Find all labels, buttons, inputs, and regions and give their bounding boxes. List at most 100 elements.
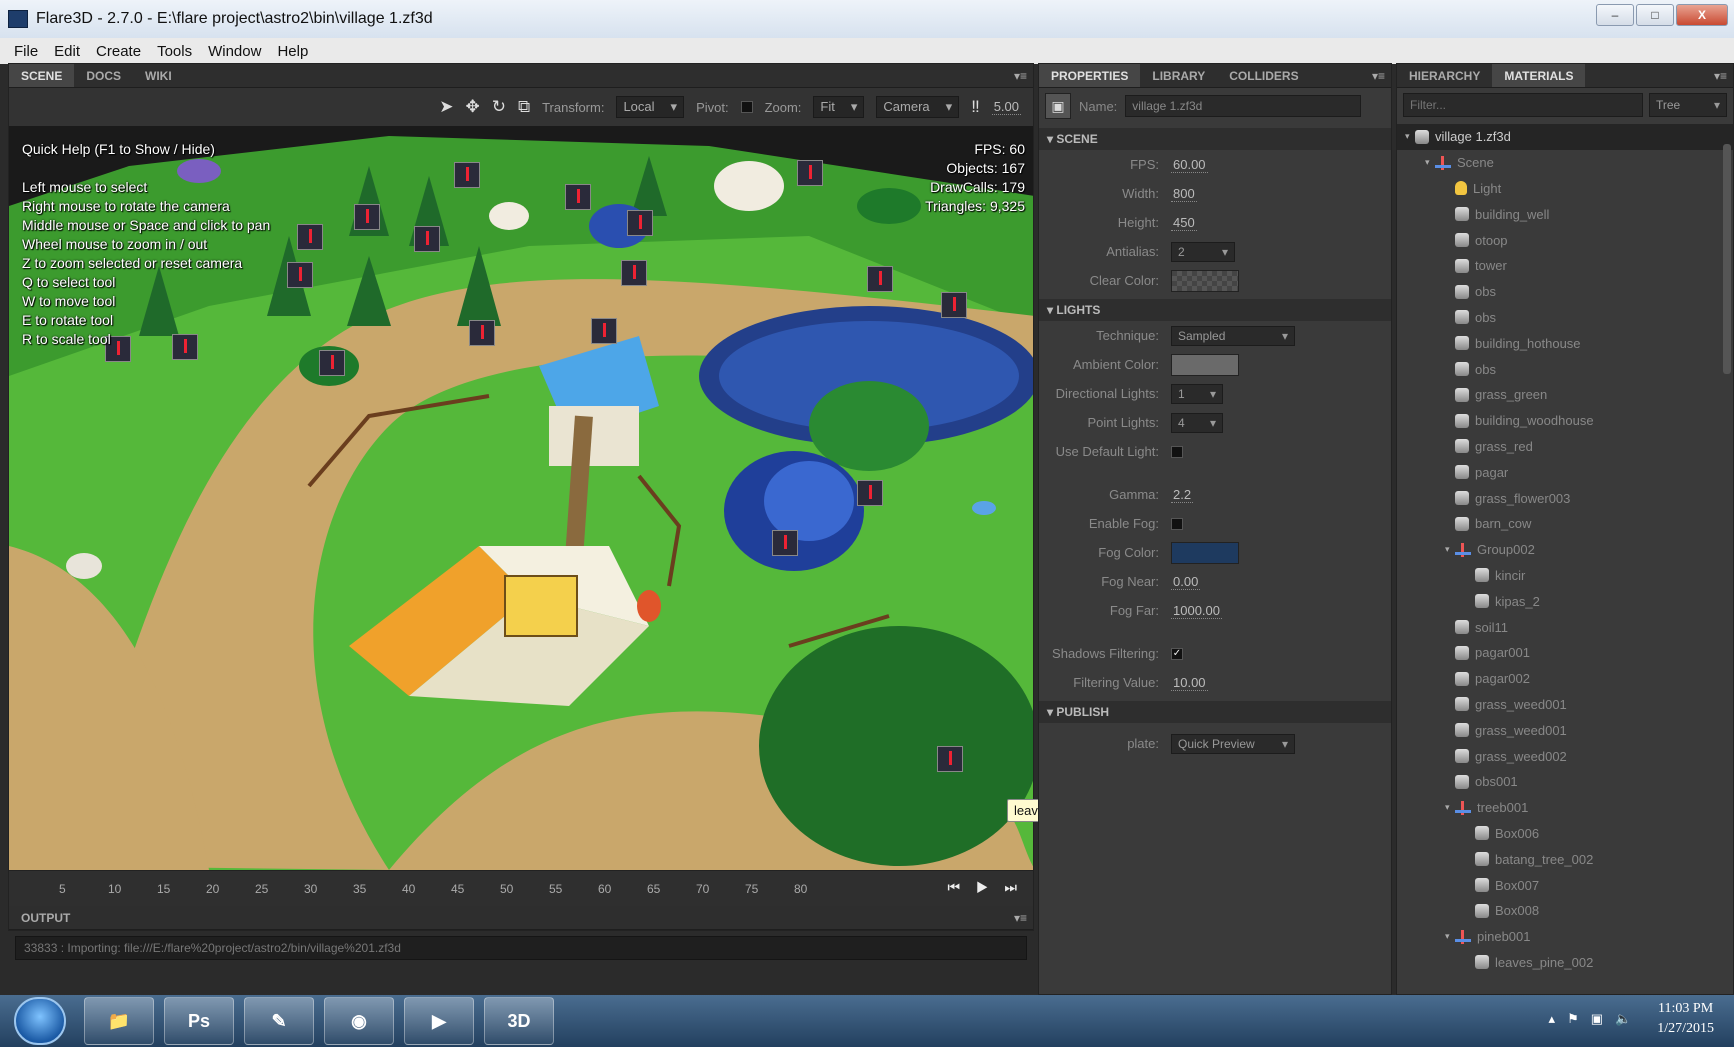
taskbar-app-explorer[interactable]: 📁 [84, 997, 154, 1045]
tree-item[interactable]: pagar002 [1397, 666, 1733, 692]
ambient-color-swatch[interactable] [1171, 353, 1239, 376]
section-lights[interactable]: ▾ LIGHTS [1039, 299, 1391, 321]
clear-color-swatch[interactable] [1171, 269, 1239, 292]
tree-item[interactable]: otoop [1397, 227, 1733, 253]
tree-item[interactable]: grass_weed001 [1397, 692, 1733, 718]
select-arrow-icon[interactable]: ➤ [439, 97, 453, 117]
tree-item[interactable]: grass_flower003 [1397, 485, 1733, 511]
zoom-dropdown[interactable]: Fit ▾ [813, 96, 865, 118]
tree-item[interactable]: ▾ treeb001 [1397, 795, 1733, 821]
tree-item[interactable]: obs [1397, 356, 1733, 382]
menu-help[interactable]: Help [277, 43, 308, 60]
3d-viewport[interactable]: Quick Help (F1 to Show / Hide) Left mous… [9, 126, 1033, 870]
clock[interactable]: 11:03 PM 1/27/2015 [1657, 999, 1714, 1039]
shadow-filter-checkbox[interactable]: ✓ [1171, 647, 1183, 660]
width-field[interactable]: 800 [1171, 186, 1197, 202]
expand-toggle-icon[interactable]: ▾ [1405, 131, 1415, 142]
object-marker[interactable] [297, 224, 323, 250]
enable-fog-checkbox[interactable] [1171, 517, 1183, 530]
template-dropdown[interactable]: Quick Preview ▾ [1171, 733, 1295, 754]
taskbar-app-editor[interactable]: ✎ [244, 997, 314, 1045]
move-icon[interactable]: ✥ [465, 97, 479, 117]
filter-value-field[interactable]: 10.00 [1171, 675, 1208, 691]
tree-item[interactable]: Box008 [1397, 898, 1733, 924]
timeline[interactable]: 5 10 15 20 25 30 35 40 45 50 55 60 65 70 75 80 ⏮ ▶ ⏭ [9, 870, 1033, 906]
menu-window[interactable]: Window [208, 43, 261, 60]
object-marker[interactable] [772, 530, 798, 556]
fog-far-field[interactable]: 1000.00 [1171, 603, 1222, 619]
object-marker[interactable] [867, 266, 893, 292]
tree-item[interactable]: building_woodhouse [1397, 408, 1733, 434]
tree-item[interactable]: pagar [1397, 459, 1733, 485]
tree-item[interactable]: barn_cow [1397, 511, 1733, 537]
panel-menu-icon[interactable]: ▾≡ [1014, 69, 1027, 83]
tab-docs[interactable]: DOCS [74, 64, 133, 87]
speed-value[interactable]: 5.00 [991, 99, 1021, 115]
tab-library[interactable]: LIBRARY [1140, 64, 1217, 87]
tree-item[interactable]: grass_red [1397, 434, 1733, 460]
tree-item[interactable]: leaves_pine_002 [1397, 950, 1733, 976]
object-marker[interactable] [565, 184, 591, 210]
object-marker[interactable] [937, 746, 963, 772]
object-marker[interactable] [287, 262, 313, 288]
tab-hierarchy[interactable]: HIERARCHY [1397, 64, 1492, 87]
tab-colliders[interactable]: COLLIDERS [1217, 64, 1310, 87]
tree-item[interactable]: grass_weed001 [1397, 717, 1733, 743]
tree-item[interactable]: building_hothouse [1397, 330, 1733, 356]
tree-item[interactable]: kincir [1397, 563, 1733, 589]
menu-create[interactable]: Create [96, 43, 141, 60]
tree-item[interactable]: ▾ village 1.zf3d [1397, 124, 1733, 150]
tree-item[interactable]: building_well [1397, 201, 1733, 227]
taskbar-app-chrome[interactable]: ◉ [324, 997, 394, 1045]
filter-input[interactable] [1403, 93, 1643, 117]
gamma-field[interactable]: 2.2 [1171, 487, 1194, 503]
taskbar-app-media-player[interactable]: ▶ [404, 997, 474, 1045]
menu-file[interactable]: File [14, 43, 38, 60]
playback-controls[interactable]: ⏮ ▶ ⏭ [948, 879, 1023, 896]
tree-item[interactable]: kipas_2 [1397, 588, 1733, 614]
footsteps-icon[interactable]: ‼ [971, 97, 980, 117]
object-marker[interactable] [591, 318, 617, 344]
hierarchy-scrollbar[interactable] [1723, 144, 1731, 374]
flag-icon[interactable]: ⚑ [1567, 1011, 1579, 1027]
use-default-checkbox[interactable] [1171, 445, 1183, 458]
directional-dropdown[interactable]: 1 ▾ [1171, 383, 1223, 404]
start-button[interactable] [14, 997, 66, 1045]
volume-icon[interactable]: 🔈 [1615, 1011, 1631, 1027]
scene-picture-icon[interactable]: ▣ [1045, 93, 1071, 119]
taskbar-app-photoshop[interactable]: Ps [164, 997, 234, 1045]
panel-menu-icon[interactable]: ▾≡ [1014, 911, 1027, 925]
expand-toggle-icon[interactable]: ▾ [1445, 931, 1455, 942]
section-scene[interactable]: ▾ SCENE [1039, 128, 1391, 150]
tree-item[interactable]: Box007 [1397, 872, 1733, 898]
menu-edit[interactable]: Edit [54, 43, 80, 60]
object-marker[interactable] [797, 160, 823, 186]
name-field[interactable]: village 1.zf3d [1125, 95, 1362, 117]
tree-item[interactable]: grass_weed002 [1397, 743, 1733, 769]
panel-menu-icon[interactable]: ▾≡ [1372, 69, 1385, 83]
tab-properties[interactable]: PROPERTIES [1039, 64, 1141, 87]
tree-item[interactable]: Box006 [1397, 821, 1733, 847]
taskbar-app-flare3d[interactable]: 3D [484, 997, 554, 1045]
minimize-button[interactable]: – [1596, 4, 1634, 26]
pivot-checkbox[interactable] [740, 101, 753, 113]
maximize-button[interactable]: □ [1636, 4, 1674, 26]
menu-tools[interactable]: Tools [157, 43, 192, 60]
tree-item[interactable]: obs [1397, 305, 1733, 331]
tree-item[interactable]: obs001 [1397, 769, 1733, 795]
height-field[interactable]: 450 [1171, 215, 1197, 231]
tree-item[interactable]: batang_tree_002 [1397, 846, 1733, 872]
object-marker[interactable] [469, 320, 495, 346]
fog-near-field[interactable]: 0.00 [1171, 574, 1201, 590]
tree-item[interactable]: ▾ Group002 [1397, 537, 1733, 563]
expand-toggle-icon[interactable]: ▾ [1445, 544, 1455, 555]
object-marker[interactable] [627, 210, 653, 236]
object-marker[interactable] [354, 204, 380, 230]
transform-dropdown[interactable]: Local ▾ [616, 96, 685, 118]
tree-item[interactable]: pagar001 [1397, 640, 1733, 666]
rotate-icon[interactable]: ↻ [492, 97, 506, 117]
expand-toggle-icon[interactable]: ▾ [1425, 157, 1435, 168]
close-button[interactable]: X [1676, 4, 1728, 26]
tree-item[interactable]: tower [1397, 253, 1733, 279]
tab-wiki[interactable]: WIKI [133, 64, 184, 87]
